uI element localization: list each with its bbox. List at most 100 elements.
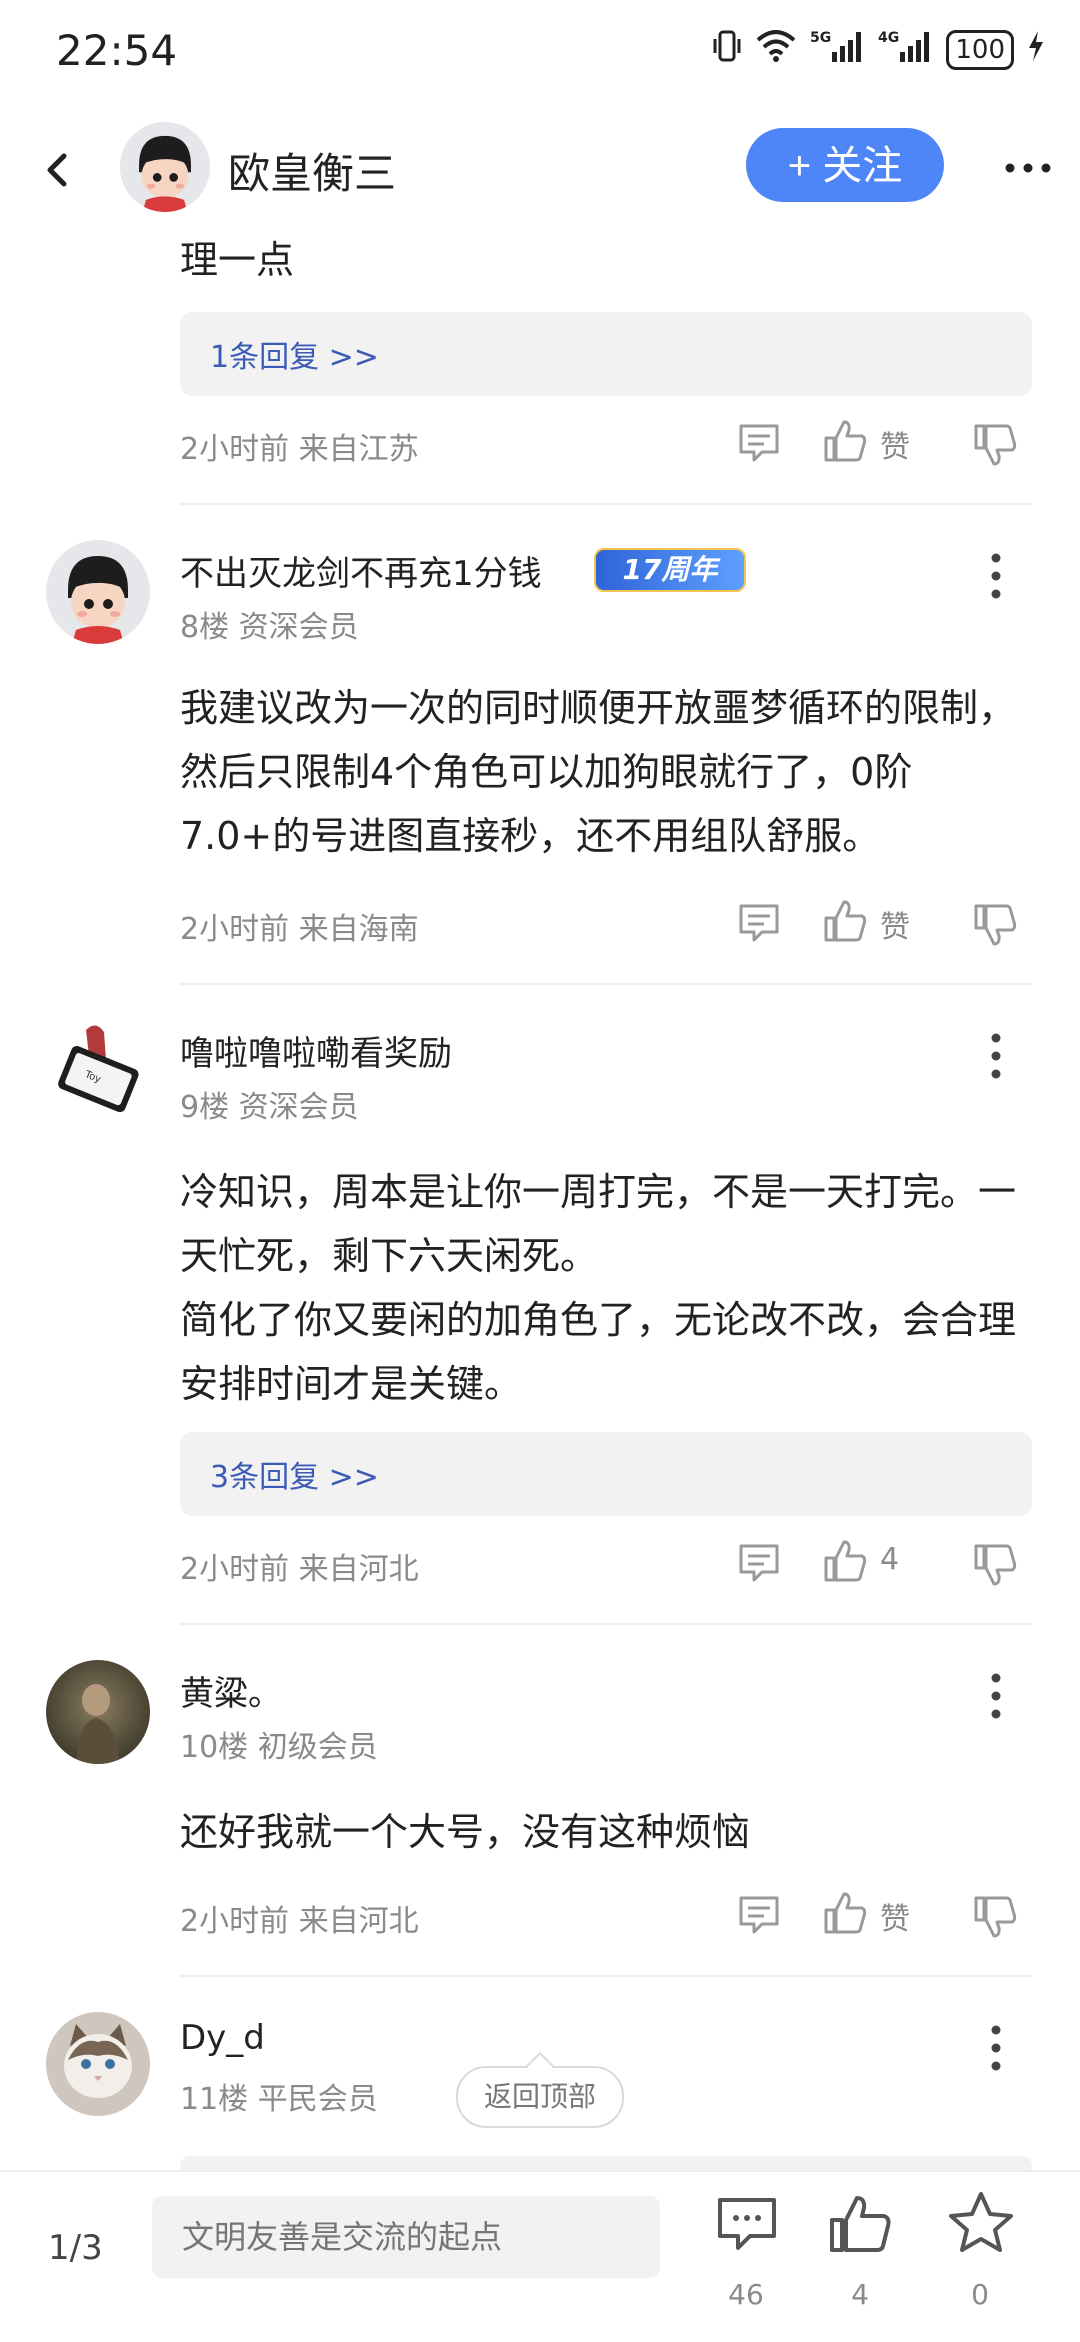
back-button[interactable] — [30, 140, 90, 200]
status-icons: 5G 4G 100 — [712, 28, 1044, 71]
comment-meta: 2小时前 来自河北 — [180, 1552, 419, 1587]
reply-button[interactable] — [736, 1540, 782, 1590]
reply-button[interactable] — [736, 900, 782, 950]
phone-hand-avatar-icon: Toy — [46, 1020, 150, 1124]
comment-text-paragraph: 简化了你又要闲的加角色了，无论改不改，会合理安排时间才是关键。 — [180, 1298, 1017, 1406]
comment-meta: 2小时前 来自海南 — [180, 912, 419, 947]
bottom-bar: 1/3 46 4 0 — [0, 2170, 1080, 2342]
like-label: 赞 — [880, 1902, 910, 1937]
cartoon-avatar-icon — [46, 540, 150, 644]
reply-count: 3条回复 >> — [210, 1460, 379, 1495]
like-button[interactable] — [822, 898, 868, 948]
username[interactable]: 不出灭龙剑不再充1分钱 — [180, 546, 542, 595]
comment-meta: 2小时前 来自河北 — [180, 1904, 419, 1939]
thumbs-up-icon — [830, 2196, 891, 2252]
comment-count: 46 — [728, 2278, 764, 2311]
user-avatar[interactable] — [46, 1660, 150, 1764]
follow-button[interactable]: + 关注 — [746, 128, 944, 202]
like-button[interactable] — [822, 1538, 868, 1588]
username[interactable]: 黄粱。 — [180, 1666, 282, 1715]
comment-text: 还好我就一个大号，没有这种烦恼 — [180, 1810, 751, 1854]
user-avatar[interactable] — [46, 2012, 150, 2116]
chevron-left-icon — [47, 153, 67, 187]
anniversary-badge: 17周年 — [594, 548, 746, 592]
author-name[interactable]: 欧皇衡三 — [228, 140, 396, 201]
comment-menu-button[interactable] — [976, 1666, 1016, 1726]
charging-icon — [1028, 31, 1044, 68]
comment-text: 冷知识，周本是让你一周打完，不是一天打完。一天忙死，剩下六天闲死。 — [180, 1170, 1017, 1278]
comments-button[interactable] — [712, 2194, 782, 2258]
more-options-button[interactable] — [998, 138, 1058, 198]
user-avatar[interactable]: Toy — [46, 1020, 150, 1124]
more-vertical-icon — [991, 553, 1001, 599]
more-vertical-icon — [991, 1673, 1001, 1719]
like-button[interactable] — [822, 418, 868, 468]
svg-text:5G: 5G — [810, 30, 831, 46]
dislike-button[interactable] — [972, 1894, 1018, 1944]
thumbs-down-icon — [974, 904, 1017, 946]
dislike-button[interactable] — [972, 422, 1018, 472]
photo-avatar-icon — [46, 1660, 150, 1764]
svg-text:4G: 4G — [878, 30, 899, 46]
divider — [180, 503, 1032, 505]
reply-button[interactable] — [736, 420, 782, 470]
page-indicator[interactable]: 1/3 — [48, 2228, 103, 2268]
like-label: 赞 — [880, 910, 910, 945]
comment-meta: 2小时前 来自江苏 — [180, 432, 419, 467]
back-to-top-button[interactable]: 返回顶部 — [456, 2066, 624, 2128]
floor-level: 8楼 资深会员 — [180, 610, 359, 645]
favorite-button[interactable] — [946, 2190, 1016, 2254]
comment-icon — [718, 2198, 776, 2250]
reply-link[interactable]: 3条回复 >> — [180, 1432, 1032, 1516]
reply-link[interactable]: 1条回复 >> — [180, 312, 1032, 396]
reply-count: 1条回复 >> — [210, 340, 379, 375]
post-like-button[interactable] — [826, 2192, 896, 2256]
divider — [180, 1975, 1032, 1977]
floor-level: 9楼 资深会员 — [180, 1090, 359, 1125]
like-label: 赞 — [880, 430, 910, 465]
status-time: 22:54 — [56, 26, 178, 75]
floor-level: 10楼 初级会员 — [180, 1730, 378, 1765]
user-avatar[interactable] — [46, 540, 150, 644]
thumbs-down-icon — [974, 1544, 1017, 1586]
like-button[interactable] — [822, 1890, 868, 1940]
battery-indicator: 100 — [946, 29, 1014, 70]
username[interactable]: Dy_d — [180, 2018, 265, 2058]
comment-text: 理一点 — [180, 238, 295, 282]
dislike-button[interactable] — [972, 1542, 1018, 1592]
comment-menu-button[interactable] — [976, 546, 1016, 606]
cat-avatar-icon — [46, 2012, 150, 2116]
author-avatar[interactable] — [120, 122, 210, 212]
thumbs-down-icon — [974, 424, 1017, 466]
dislike-button[interactable] — [972, 902, 1018, 952]
thumbs-up-icon — [824, 420, 867, 462]
cartoon-avatar-icon — [120, 122, 210, 212]
comment-menu-button[interactable] — [976, 2018, 1016, 2078]
more-horizontal-icon — [1005, 163, 1051, 173]
post-header: 欧皇衡三 + 关注 — [0, 110, 1080, 230]
thumbs-up-icon — [824, 900, 867, 942]
divider — [180, 1623, 1032, 1625]
comment-menu-button[interactable] — [976, 1026, 1016, 1086]
comment-icon — [739, 1544, 779, 1582]
comment-icon — [739, 424, 779, 462]
divider — [180, 983, 1032, 985]
thumbs-up-icon — [824, 1540, 867, 1582]
comment-text: 我建议改为一次的同时顺便开放噩梦循环的限制，然后只限制4个角色可以加狗眼就行了，… — [180, 686, 1017, 858]
favorite-count: 0 — [971, 2278, 989, 2311]
like-count: 4 — [880, 1542, 900, 1577]
signal-4g-icon: 4G — [878, 28, 932, 71]
comment-icon — [739, 904, 779, 942]
comment-input[interactable] — [152, 2196, 660, 2278]
post-like-count: 4 — [851, 2278, 869, 2311]
reply-button[interactable] — [736, 1892, 782, 1942]
thumbs-down-icon — [974, 1896, 1017, 1938]
thumbs-up-icon — [824, 1892, 867, 1934]
username[interactable]: 噜啦噜啦嘞看奖励 — [180, 1026, 452, 1075]
floor-level: 11楼 平民会员 — [180, 2082, 378, 2117]
more-vertical-icon — [991, 1033, 1001, 1079]
vibrate-icon — [712, 29, 742, 70]
status-bar: 22:54 5G 4G 100 — [0, 0, 1080, 110]
wifi-icon — [756, 30, 796, 69]
more-vertical-icon — [991, 2025, 1001, 2071]
